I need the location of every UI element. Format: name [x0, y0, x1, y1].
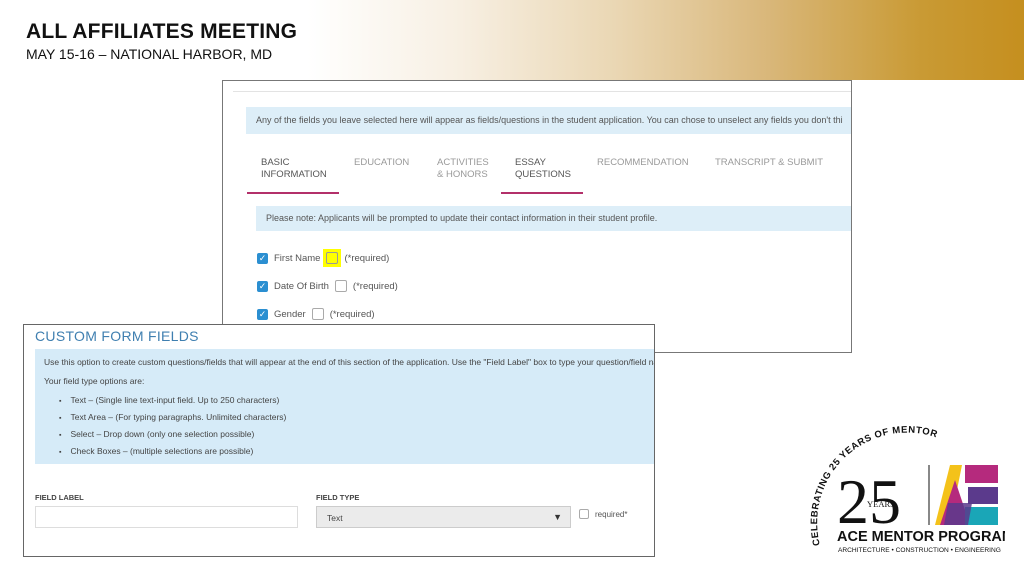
include-checkbox[interactable]: ✓ — [257, 280, 268, 292]
required-toggle[interactable]: required* — [579, 509, 627, 519]
field-label: First Name — [274, 252, 321, 264]
field-label: Gender — [274, 308, 306, 320]
tab-education[interactable]: EDUCATION — [354, 157, 409, 169]
divider — [233, 91, 851, 92]
ace-mentor-25th-logo: CELEBRATING 25 YEARS OF MENTORING 1994-2… — [800, 425, 1005, 554]
field-type-options-list: Text – (Single line text-input field. Up… — [59, 395, 654, 456]
list-item: Check Boxes – (multiple selections are p… — [59, 446, 654, 456]
instructions-intro: Use this option to create custom questio… — [44, 357, 655, 367]
slide-title: ALL AFFILIATES MEETING — [26, 20, 298, 43]
tab-label-line2: INFORMATION — [261, 169, 327, 180]
tab-underline-essay — [501, 192, 583, 194]
field-label-input[interactable] — [35, 506, 298, 528]
required-checkbox[interactable] — [579, 509, 589, 519]
field-row-date-of-birth: ✓ Date Of Birth (*required) — [257, 278, 398, 294]
tab-transcript-submit[interactable]: TRANSCRIPT & SUBMIT — [715, 157, 823, 169]
required-text: (*required) — [344, 252, 390, 264]
field-type-select[interactable]: Text ▼ — [316, 506, 571, 528]
include-checkbox[interactable]: ✓ — [257, 308, 268, 320]
active-tab-underline — [247, 192, 339, 194]
list-item: Select – Drop down (only one selection p… — [59, 429, 654, 439]
field-label: Date Of Birth — [274, 280, 329, 292]
tab-label-line2: & HONORS — [437, 169, 488, 180]
section-tabs: BASIC INFORMATION EDUCATION ACTIVITIES &… — [247, 157, 851, 197]
list-item: Text – (Single line text-input field. Up… — [59, 395, 654, 405]
note-banner: Please note: Applicants will be prompted… — [256, 206, 851, 231]
tab-label-line1: TRANSCRIPT & SUBMIT — [715, 157, 824, 168]
logo-tagline: ARCHITECTURE • CONSTRUCTION • ENGINEERIN… — [838, 547, 1001, 554]
field-row-gender: ✓ Gender (*required) — [257, 306, 375, 322]
tab-basic-information[interactable]: BASIC INFORMATION — [261, 157, 327, 181]
required-checkbox[interactable] — [334, 280, 347, 292]
field-row-first-name: ✓ First Name (*required) — [257, 249, 390, 267]
tab-essay-questions[interactable]: ESSAY QUESTIONS — [515, 157, 571, 181]
logo-program-name: ACE MENTOR PROGRAM — [837, 529, 1005, 545]
tab-label-line1: BASIC — [261, 157, 290, 168]
ace-mark-icon — [935, 465, 998, 525]
required-text: (*required) — [329, 308, 375, 320]
application-settings-screenshot: Any of the fields you leave selected her… — [222, 80, 852, 353]
logo-years: YEARS — [867, 499, 895, 509]
field-type-heading: FIELD TYPE — [316, 493, 360, 502]
required-text: (*required) — [352, 280, 398, 292]
custom-form-fields-screenshot: CUSTOM FORM FIELDS Use this option to cr… — [23, 324, 655, 557]
tab-recommendation[interactable]: RECOMMENDATION — [597, 157, 689, 169]
custom-form-title: CUSTOM FORM FIELDS — [35, 328, 199, 344]
tab-label-line1: ESSAY — [515, 157, 546, 168]
highlighted-required-checkbox[interactable] — [323, 249, 342, 267]
tab-label-line2: QUESTIONS — [515, 169, 571, 180]
custom-form-instructions: Use this option to create custom questio… — [35, 349, 655, 464]
required-label: required* — [595, 509, 628, 519]
tab-label-line1: ACTIVITIES — [437, 157, 489, 168]
selected-value: Text — [327, 513, 343, 523]
field-label-heading: FIELD LABEL — [35, 493, 84, 502]
required-checkbox[interactable] — [326, 252, 339, 264]
dropdown-arrow-icon: ▼ — [553, 512, 562, 522]
tab-activities-honors[interactable]: ACTIVITIES & HONORS — [437, 157, 489, 181]
list-item: Text Area – (For typing paragraphs. Unli… — [59, 412, 654, 422]
required-checkbox[interactable] — [311, 308, 324, 320]
include-checkbox[interactable]: ✓ — [257, 252, 268, 264]
options-heading: Your field type options are: — [44, 376, 145, 386]
slide-subtitle: MAY 15-16 – NATIONAL HARBOR, MD — [26, 46, 273, 62]
tab-label-line1: EDUCATION — [354, 157, 410, 168]
info-banner: Any of the fields you leave selected her… — [246, 107, 851, 134]
tab-label-line1: RECOMMENDATION — [597, 157, 689, 168]
